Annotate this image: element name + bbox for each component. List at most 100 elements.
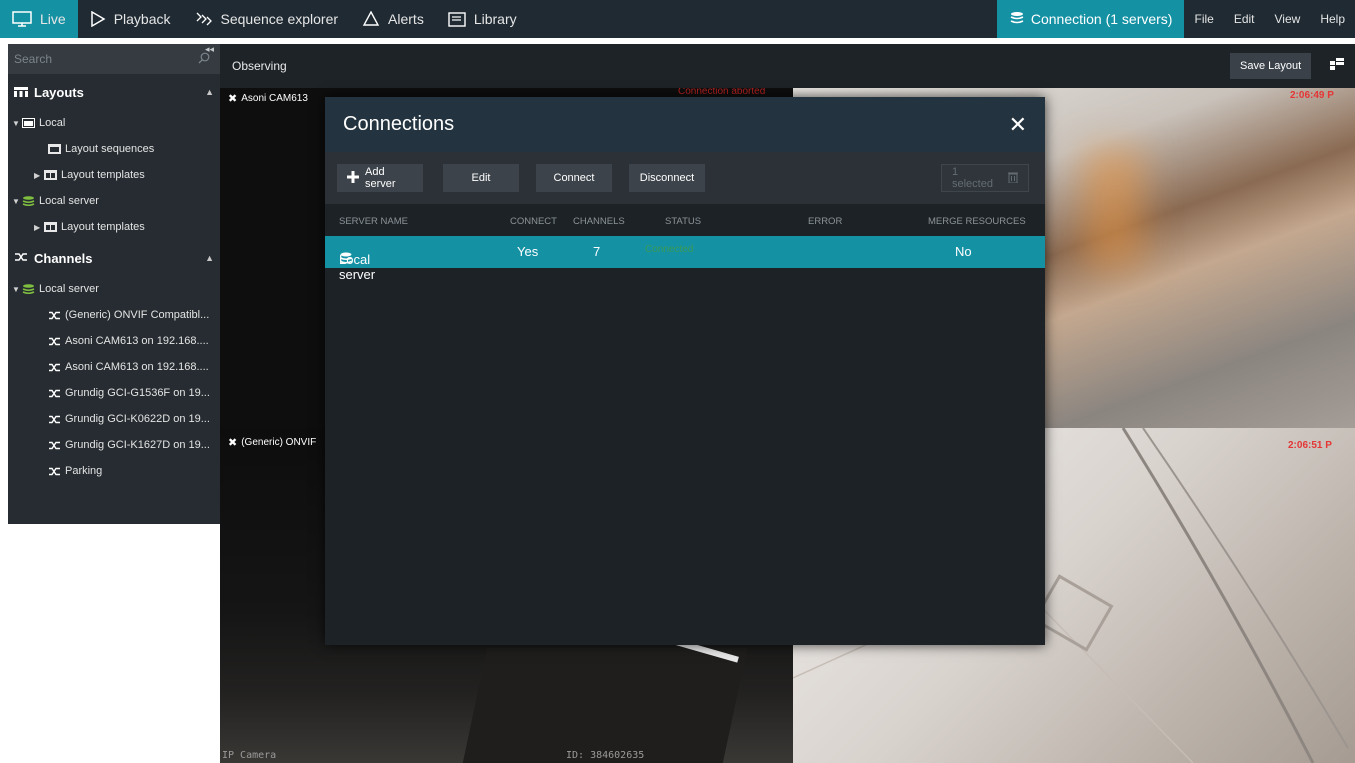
channel-item[interactable]: Asoni CAM613 on 192.168.... — [8, 354, 220, 380]
blur-highlight — [1083, 148, 1143, 268]
server-stack-icon — [1009, 11, 1025, 28]
tile-camera-name: Asoni CAM613 — [241, 93, 308, 104]
connect-button[interactable]: Connect — [536, 164, 612, 192]
tile-label: ✖ (Generic) ONVIF — [228, 436, 316, 449]
col-connect[interactable]: CONNECT — [510, 216, 557, 227]
connection-aborted-text: Connection aborted — [678, 88, 766, 97]
chevron-up-icon[interactable]: ▲ — [205, 87, 214, 97]
channel-item[interactable]: (Generic) ONVIF Compatibl... — [8, 302, 220, 328]
sidebar: Search ◂◂ Layouts ▲ ▼ Local Layout seque… — [8, 44, 220, 524]
close-icon[interactable]: ✕ — [1009, 112, 1027, 138]
tile-camera-name: (Generic) ONVIF — [241, 437, 317, 448]
edit-button[interactable]: Edit — [443, 164, 519, 192]
monitor-icon — [12, 11, 32, 27]
tree-item-layout-sequences[interactable]: Layout sequences — [8, 136, 220, 162]
channel-item[interactable]: Grundig GCI-K1627D on 19... — [8, 432, 220, 458]
tree-item-local[interactable]: ▼ Local — [8, 110, 220, 136]
menu-view[interactable]: View — [1265, 0, 1311, 38]
template-folder-icon — [44, 170, 57, 180]
channel-item[interactable]: Asoni CAM613 on 192.168.... — [8, 328, 220, 354]
close-tile-icon[interactable]: ✖ — [228, 436, 237, 449]
layouts-grid-icon — [14, 85, 28, 100]
observing-label: Observing — [232, 59, 287, 73]
tab-playback[interactable]: Playback — [78, 0, 183, 38]
channels-cell: 7 — [593, 244, 601, 259]
plus-icon — [347, 170, 359, 186]
collapse-sidebar-icon[interactable]: ◂◂ — [205, 44, 214, 54]
table-row[interactable]: Local server Yes 7 Connected No — [325, 236, 1045, 282]
table-header: SERVER NAME CONNECT CHANNELS STATUS ERRO… — [325, 204, 1045, 236]
caret-down-icon[interactable]: ▼ — [12, 197, 22, 206]
bell-icon — [362, 11, 380, 27]
search-input[interactable]: Search ◂◂ — [8, 44, 220, 74]
caret-down-icon[interactable]: ▼ — [12, 119, 22, 128]
layout-toolbar: Observing Save Layout — [220, 44, 1355, 88]
tab-live[interactable]: Live — [0, 0, 78, 38]
layouts-header[interactable]: Layouts ▲ — [8, 74, 220, 110]
channel-label: (Generic) ONVIF Compatibl... — [65, 309, 210, 321]
tree-item-label: Local server — [39, 195, 99, 207]
layouts-title: Layouts — [34, 84, 84, 100]
chevron-up-icon[interactable]: ▲ — [205, 253, 214, 263]
menu-help[interactable]: Help — [1310, 0, 1355, 38]
camera-channel-icon — [48, 310, 61, 321]
selected-count: 1 selected — [952, 166, 993, 190]
caret-right-icon[interactable]: ▶ — [34, 223, 44, 232]
car-shape — [462, 648, 748, 763]
channels-header[interactable]: Channels ▲ — [8, 240, 220, 276]
camera-id-text: ID: 384602635 — [566, 750, 645, 761]
channel-item[interactable]: Grundig GCI-K0622D on 19... — [8, 406, 220, 432]
close-tile-icon[interactable]: ✖ — [228, 92, 237, 105]
template-folder-icon — [44, 222, 57, 232]
save-layout-button[interactable]: Save Layout — [1230, 53, 1312, 79]
tree-item-label: Local — [39, 117, 66, 129]
col-status[interactable]: STATUS — [665, 216, 701, 227]
channel-label: Asoni CAM613 on 192.168.... — [65, 335, 209, 347]
channel-list: (Generic) ONVIF Compatibl... Asoni CAM61… — [8, 302, 220, 484]
menu-file[interactable]: File — [1184, 0, 1223, 38]
camera-channel-icon — [48, 466, 61, 477]
connection-label: Connection (1 servers) — [1030, 11, 1173, 27]
add-server-label: Add server — [365, 166, 396, 190]
col-server-name[interactable]: SERVER NAME — [339, 216, 408, 227]
caret-right-icon[interactable]: ▶ — [34, 171, 44, 180]
tree-item-layout-templates[interactable]: ▶ Layout templates — [8, 162, 220, 188]
timestamp: 2:06:51 P — [1288, 440, 1332, 451]
tree-item-channels-server[interactable]: ▼ Local server — [8, 276, 220, 302]
server-icon — [22, 284, 35, 294]
sequence-folder-icon — [48, 144, 61, 154]
tree-item-label: Layout sequences — [65, 143, 155, 155]
col-error[interactable]: ERROR — [808, 216, 842, 227]
server-name: Local server — [339, 252, 376, 282]
tab-library[interactable]: Library — [436, 0, 529, 38]
tile-label: ✖ Asoni CAM613 — [228, 92, 308, 105]
tree-item-local-server[interactable]: ▼ Local server — [8, 188, 220, 214]
camera-channel-icon — [48, 362, 61, 373]
channel-item[interactable]: Grundig GCI-G1536F on 19... — [8, 380, 220, 406]
tab-sequence-explorer[interactable]: Sequence explorer — [183, 0, 351, 38]
tree-item-server-layout-templates[interactable]: ▶ Layout templates — [8, 214, 220, 240]
disconnect-button[interactable]: Disconnect — [629, 164, 705, 192]
tab-alerts[interactable]: Alerts — [350, 0, 436, 38]
tab-label: Playback — [113, 11, 171, 27]
dialog-action-bar: Add server Edit Connect Disconnect 1 sel… — [325, 152, 1045, 204]
top-navigation-bar: Live Playback Sequence explorer Alerts L… — [0, 0, 1355, 38]
tab-label: Library — [473, 11, 517, 27]
connection-button[interactable]: Connection (1 servers) — [996, 0, 1185, 38]
tree-item-label: Local server — [39, 283, 99, 295]
merge-cell: No — [955, 244, 972, 259]
tab-label: Sequence explorer — [220, 11, 339, 27]
layout-grid-icon[interactable] — [1330, 58, 1344, 73]
col-channels[interactable]: CHANNELS — [573, 216, 625, 227]
add-server-button[interactable]: Add server — [337, 164, 423, 192]
channel-item[interactable]: Parking — [8, 458, 220, 484]
menu-edit[interactable]: Edit — [1224, 0, 1265, 38]
caret-down-icon[interactable]: ▼ — [12, 285, 22, 294]
channels-shuffle-icon — [14, 251, 28, 266]
tab-label: Alerts — [388, 11, 424, 27]
selected-delete-button[interactable]: 1 selected — [941, 164, 1029, 192]
connect-cell: Yes — [517, 244, 539, 259]
channel-label: Grundig GCI-K1627D on 19... — [65, 439, 210, 451]
col-merge-resources[interactable]: MERGE RESOURCES — [928, 216, 1026, 227]
search-placeholder: Search — [14, 52, 53, 66]
